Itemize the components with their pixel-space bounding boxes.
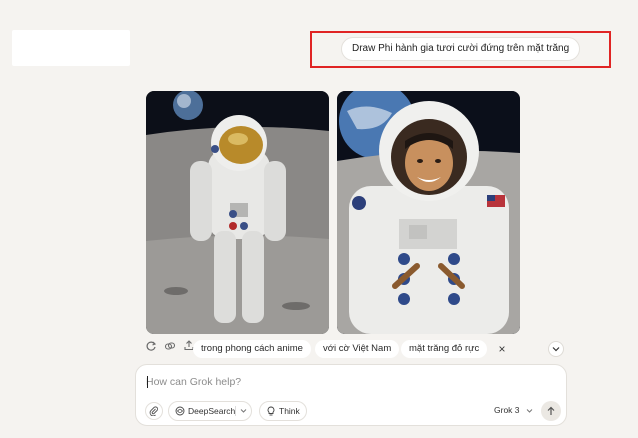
send-button[interactable] [541,401,561,421]
refresh-icon[interactable] [145,340,157,352]
suggestion-chip-red-moon[interactable]: mặt trăng đỏ rực [401,340,488,358]
astronaut-scene-2 [337,91,520,334]
text-caret [147,376,148,388]
generated-image-2[interactable] [337,91,520,334]
attach-button[interactable] [145,402,163,420]
dismiss-suggestions-button[interactable]: × [495,342,509,356]
think-label: Think [279,406,300,416]
deepsearch-label: DeepSearch [188,406,236,416]
user-prompt-bubble: Draw Phi hành gia tươi cười đứng trên mặ… [341,37,581,61]
chevron-down-icon [552,347,560,352]
deepsearch-button[interactable]: DeepSearch [168,401,252,421]
link-icon[interactable] [164,340,176,352]
message-input[interactable] [146,374,546,390]
paperclip-icon [149,406,158,416]
arrow-up-icon [547,406,555,415]
lightbulb-icon [267,406,275,416]
chevron-down-icon [526,408,533,413]
model-label: Grok 3 [494,405,520,415]
grok-chat-page: Draw Phi hành gia tươi cười đứng trên mặ… [0,0,638,438]
redacted-header-block [12,30,130,66]
think-button[interactable]: Think [259,401,307,421]
model-selector[interactable]: Grok 3 [494,405,533,415]
suggestion-chip-anime[interactable]: trong phong cách anime [193,340,311,358]
deepsearch-icon [175,406,185,416]
message-composer: DeepSearch Think Grok 3 [135,364,567,426]
generated-image-1[interactable] [146,91,329,334]
pill-divider [235,406,236,416]
chevron-down-icon[interactable] [240,408,247,414]
scroll-down-button[interactable] [548,341,564,357]
suggestion-chip-vietnam-flag[interactable]: với cờ Việt Nam [315,340,400,358]
astronaut-scene-1 [146,91,329,334]
